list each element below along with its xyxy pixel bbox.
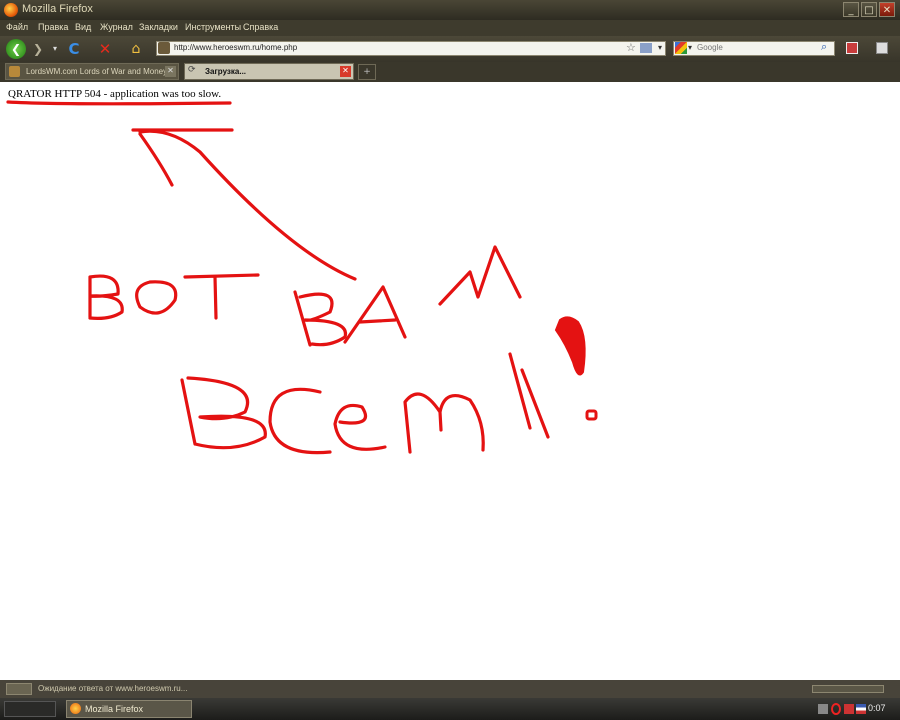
search-magnifier-icon[interactable]: ⌕ [821, 40, 827, 54]
letter-m2 [403, 392, 485, 454]
stop-icon[interactable]: ✕ [95, 39, 115, 59]
arrow-shaft [138, 129, 357, 281]
search-placeholder[interactable]: Google [697, 43, 723, 52]
tab-favicon-icon [9, 66, 20, 77]
letter-e [333, 403, 387, 451]
menu-help[interactable]: Справка [243, 22, 278, 32]
url-text[interactable]: http://www.heroeswm.ru/home.php [174, 43, 297, 52]
close-window-button[interactable]: ✕ [879, 2, 895, 17]
tab-close-active-icon[interactable]: ✕ [340, 66, 351, 77]
menu-view[interactable]: Вид [75, 22, 91, 32]
back-arrow-icon[interactable]: ❮ [6, 39, 26, 59]
taskbar-firefox-icon [70, 703, 81, 714]
minimize-button[interactable]: _ [843, 2, 859, 17]
start-button[interactable] [4, 701, 56, 717]
extension-icon[interactable] [876, 42, 888, 54]
status-text: Ожидание ответа от www.heroeswm.ru... [38, 684, 188, 693]
loading-spinner-icon: ⟳ [188, 65, 196, 75]
bookmark-star-icon[interactable]: ☆ [626, 41, 636, 54]
exclamation-mark [554, 316, 598, 421]
letter-o [135, 280, 178, 315]
menu-bookmarks[interactable]: Закладки [139, 22, 178, 32]
addon-icon[interactable] [846, 42, 858, 54]
window-title: Mozilla Firefox [22, 3, 93, 15]
letter-a [343, 285, 407, 344]
letter-t [183, 273, 260, 320]
arrow-head-bottom [138, 132, 174, 187]
history-dropdown-icon[interactable]: ▾ [45, 39, 65, 59]
taskbar-firefox-button[interactable]: Mozilla Firefox [66, 700, 192, 718]
status-button-icon[interactable] [6, 683, 32, 695]
exclaim-stroke-2 [508, 352, 532, 430]
menu-history[interactable]: Журнал [100, 22, 133, 32]
home-icon[interactable]: ⌂ [126, 39, 146, 59]
firefox-logo-icon [4, 3, 18, 17]
tray-network-icon[interactable] [818, 704, 828, 714]
letter-m [438, 245, 522, 306]
window-titlebar [0, 0, 900, 20]
progress-meter [812, 685, 884, 693]
underline-stroke [6, 100, 232, 106]
maximize-button[interactable]: □ [861, 2, 877, 17]
menu-bar [0, 20, 900, 36]
menu-edit[interactable]: Правка [38, 22, 68, 32]
google-engine-icon[interactable] [675, 42, 687, 54]
new-tab-icon[interactable]: + [358, 64, 376, 80]
reload-icon[interactable]: C [64, 39, 84, 59]
tab-close-icon[interactable]: ✕ [165, 66, 176, 77]
site-favicon-icon [158, 42, 170, 54]
letter-s [268, 387, 332, 455]
letter-v3 [180, 376, 267, 450]
letter-v1 [88, 274, 124, 320]
tab-loading[interactable]: Загрузка... [184, 63, 354, 80]
rss-feed-icon[interactable] [640, 43, 652, 53]
menu-file[interactable]: Файл [6, 22, 28, 32]
tray-opera-icon[interactable] [831, 703, 841, 715]
tab-lordswm[interactable]: LordsWM.com Lords of War and Money... [5, 63, 179, 80]
tray-flag-icon[interactable] [856, 704, 866, 714]
handwritten-annotation [6, 100, 598, 455]
menu-tools[interactable]: Инструменты [185, 22, 241, 32]
tray-app-icon[interactable] [844, 704, 854, 714]
engine-dropdown-icon[interactable]: ▾ [688, 43, 692, 52]
exclaim-stroke-1 [520, 368, 550, 439]
letter-v2 [293, 290, 348, 347]
url-dropdown-icon[interactable]: ▾ [658, 43, 662, 52]
taskbar-clock: 0:07 [868, 703, 886, 713]
